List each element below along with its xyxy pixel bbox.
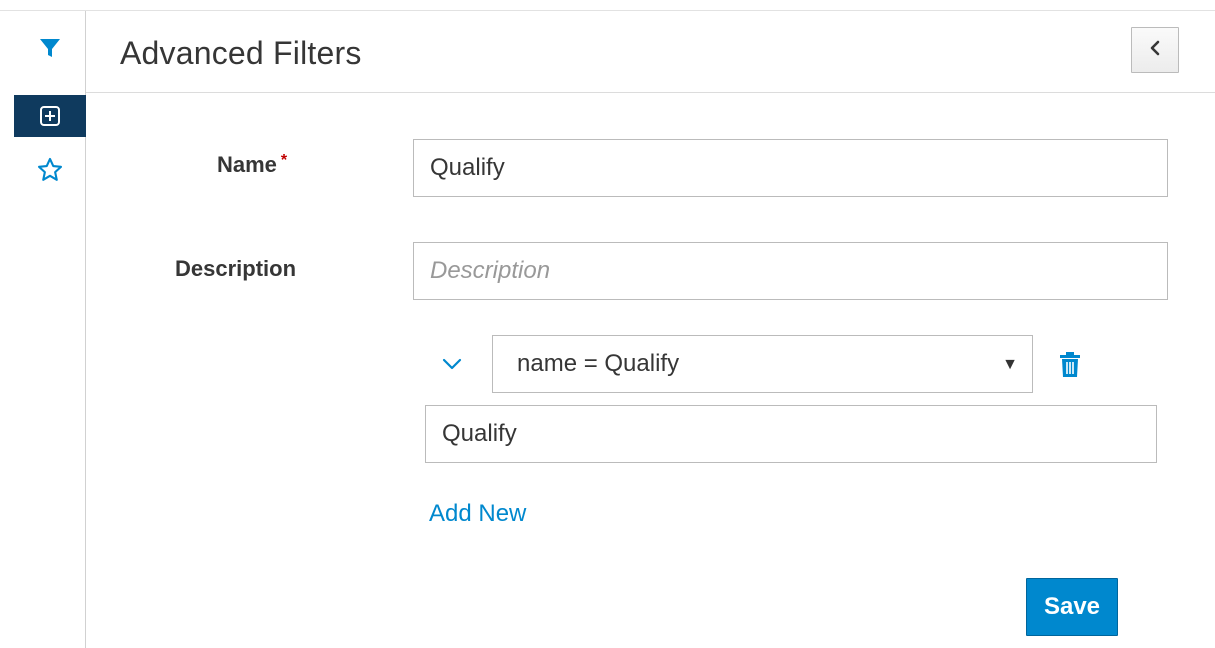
collapse-button[interactable] (1131, 27, 1179, 73)
save-button[interactable]: Save (1026, 578, 1118, 636)
condition-select[interactable]: name = Qualify ▼ (492, 335, 1033, 393)
expand-condition-button[interactable] (436, 350, 468, 382)
trash-icon (1059, 351, 1081, 383)
condition-value-input[interactable] (425, 405, 1157, 463)
add-icon (38, 104, 62, 128)
chevron-left-icon (1148, 40, 1162, 61)
description-label: Description (175, 256, 297, 281)
caret-down-icon: ▼ (1002, 356, 1018, 373)
sidebar-item-filter[interactable] (14, 28, 86, 68)
name-input[interactable] (413, 139, 1168, 197)
name-label-text: Name (217, 152, 277, 177)
sidebar-item-favorites[interactable] (14, 149, 86, 191)
delete-condition-button[interactable] (1055, 351, 1085, 383)
panel-header: Advanced Filters (86, 11, 1215, 93)
name-label: Name * (217, 152, 287, 178)
sidebar (0, 11, 86, 648)
filter-icon (38, 36, 62, 60)
sidebar-item-add[interactable] (14, 95, 86, 137)
required-mark: * (280, 152, 288, 169)
add-new-link[interactable]: Add New (429, 500, 526, 528)
page-title: Advanced Filters (120, 35, 362, 71)
chevron-down-icon (442, 357, 462, 375)
star-icon (36, 156, 64, 184)
description-input[interactable] (413, 242, 1168, 300)
condition-select-value: name = Qualify (517, 350, 680, 377)
